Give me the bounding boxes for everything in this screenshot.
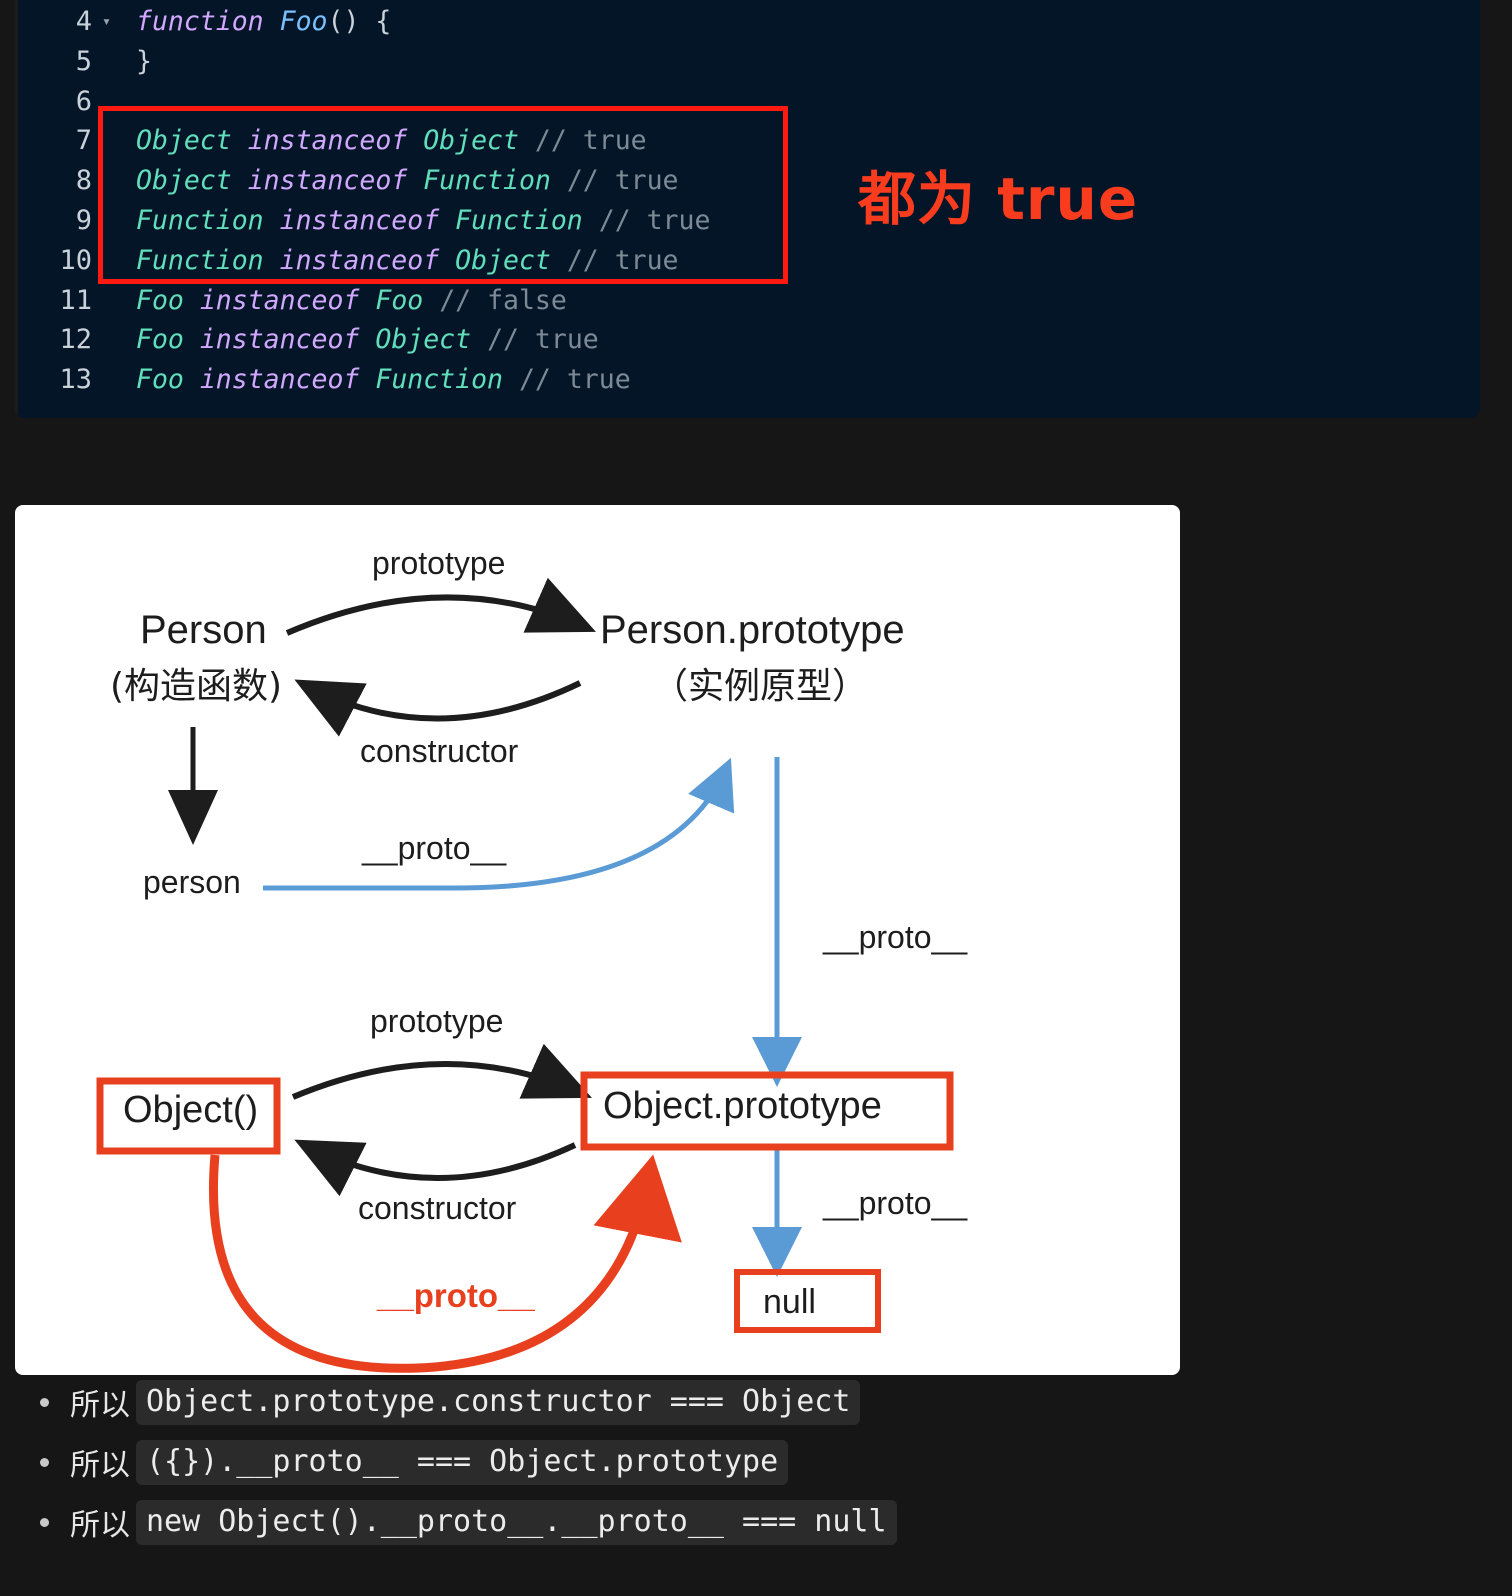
chevron-down-icon[interactable]: ▾: [102, 2, 111, 42]
code-line[interactable]: 9 Function instanceof Function // true: [14, 201, 1480, 241]
label-proto-top: __proto__: [362, 830, 507, 866]
line-number: 7: [75, 125, 92, 157]
line-number: 9: [75, 204, 92, 236]
label-null-box: null: [763, 1283, 816, 1321]
code-text: Function instanceof Function // true: [136, 204, 711, 236]
line-number: 8: [75, 165, 92, 197]
line-number: 6: [75, 85, 92, 117]
code-text: Foo instanceof Function // true: [136, 364, 631, 396]
list-item: 所以 new Object().__proto__.__proto__ === n…: [0, 1492, 1512, 1552]
inline-code: new Object().__proto__.__proto__ === nul…: [136, 1499, 897, 1545]
line-number: 10: [59, 244, 92, 276]
line-number: 5: [75, 45, 92, 77]
code-line[interactable]: 11 Foo instanceof Foo // false: [14, 281, 1480, 321]
label-prototype-bottom: prototype: [370, 1003, 504, 1039]
code-lines-container: 4 ▾ function Foo() {5} 6 7 Object instanceof …: [14, 2, 1480, 400]
label-constructor-bottom: constructor: [358, 1190, 517, 1226]
annotation-all-true: 都为 true: [858, 165, 1139, 233]
line-number: 12: [59, 324, 92, 356]
code-line[interactable]: 6: [14, 82, 1480, 122]
code-text: function Foo() {: [136, 6, 392, 37]
list-item-prefix: 所以: [70, 1388, 130, 1423]
inline-code: ({}).__proto__ === Object.prototype: [136, 1439, 789, 1485]
line-number: 11: [59, 284, 92, 316]
code-line[interactable]: 12 Foo instanceof Object // true: [14, 320, 1480, 360]
code-text: Object instanceof Function // true: [136, 165, 679, 197]
bullet-dot-icon: [40, 1398, 49, 1407]
code-line[interactable]: 13 Foo instanceof Function // true: [14, 360, 1480, 400]
list-item: 所以 Object.prototype.constructor === Objec…: [0, 1372, 1512, 1432]
code-line[interactable]: 8 Object instanceof Function // true: [14, 161, 1480, 201]
label-constructor-top: constructor: [360, 733, 519, 769]
code-line[interactable]: 5}: [14, 42, 1480, 82]
label-prototype-top: prototype: [372, 545, 506, 581]
conclusion-list: 所以 Object.prototype.constructor === Objec…: [0, 1372, 1512, 1552]
code-text: }: [136, 45, 152, 77]
label-object-ctor: Object(): [123, 1089, 259, 1131]
inline-code: Object.prototype.constructor === Object: [136, 1379, 861, 1425]
label-proto-right-lower: __proto__: [823, 1185, 968, 1221]
line-number: 13: [59, 364, 92, 396]
label-person-cn: (构造函数): [110, 666, 283, 707]
code-line[interactable]: 10 Function instanceof Object // true: [14, 241, 1480, 281]
label-person-instance: person: [143, 864, 241, 900]
code-text: Foo instanceof Object // true: [136, 324, 599, 356]
bullet-dot-icon: [40, 1518, 49, 1527]
code-text: Function instanceof Object // true: [136, 244, 679, 276]
label-object-prototype: Object.prototype: [603, 1085, 882, 1127]
code-text: Object instanceof Object // true: [136, 125, 647, 157]
prototype-diagram-image[interactable]: prototype Person (构造函数) Person.prototype…: [15, 505, 1180, 1375]
label-person: Person: [140, 608, 267, 652]
code-block[interactable]: 4 ▾ function Foo() {5} 6 7 Object instanceof …: [14, 0, 1480, 418]
list-item-prefix: 所以: [70, 1508, 130, 1543]
label-proto-right-upper: __proto__: [823, 919, 968, 955]
list-item: 所以 ({}).__proto__ === Object.prototype: [0, 1432, 1512, 1492]
code-text: Foo instanceof Foo // false: [136, 284, 567, 316]
page-root: 4 ▾ function Foo() {5} 6 7 Object instanceof …: [0, 0, 1512, 1596]
list-item-prefix: 所以: [70, 1448, 130, 1483]
bullet-dot-icon: [40, 1458, 49, 1467]
code-line[interactable]: 4 ▾ function Foo() {: [14, 2, 1480, 42]
label-person-prototype-cn: （实例原型）: [652, 666, 869, 707]
code-line[interactable]: 7 Object instanceof Object // true: [14, 121, 1480, 161]
label-proto-red: __proto__: [377, 1277, 535, 1314]
label-person-prototype: Person.prototype: [600, 608, 905, 652]
line-number: 4: [75, 6, 92, 37]
